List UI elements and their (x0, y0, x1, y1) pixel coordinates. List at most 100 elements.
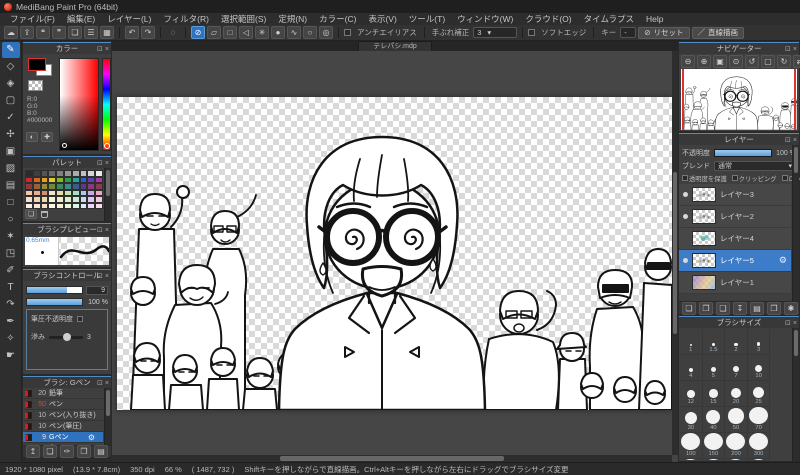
copy-layer-icon[interactable]: ❒ (767, 301, 781, 315)
layer-row[interactable]: レイヤー3 (679, 184, 791, 206)
brush-size-cell[interactable]: 20 (725, 381, 748, 407)
color-wheel-icon[interactable]: ◐ (26, 132, 38, 142)
brush-row[interactable]: 50 ペン (23, 399, 103, 410)
brush-size-cell[interactable]: 12 (680, 381, 703, 407)
brush-size-cell[interactable]: 5 (702, 355, 726, 381)
zoom-in-icon[interactable]: ⊕ (697, 55, 711, 68)
close-icon[interactable]: × (105, 380, 109, 387)
eraser-tool[interactable]: ◇ (2, 59, 20, 75)
float-panel-icon[interactable]: ⊡ (785, 136, 791, 144)
palette-panel-title[interactable]: パレット ⊡ × (23, 156, 111, 168)
menu-item-2[interactable]: レイヤー(L) (101, 13, 157, 25)
move-tool[interactable]: ✢ (2, 127, 20, 143)
stabilizer-dropdown[interactable]: 3 ▾ (473, 27, 518, 38)
float-panel-icon[interactable]: ⊡ (97, 159, 103, 167)
merge-down-icon[interactable]: ↧ (733, 301, 747, 315)
rotate-right-icon[interactable]: ↻ (777, 55, 791, 68)
palette-swatch[interactable] (56, 202, 64, 209)
palette-swatch[interactable] (79, 202, 88, 209)
add-color-icon[interactable]: ✚ (41, 132, 53, 142)
close-icon[interactable]: × (105, 160, 109, 167)
flip-icon[interactable]: ⇄ (793, 55, 800, 68)
panel-icon[interactable]: ▦ (100, 26, 114, 39)
brush-size-cell[interactable]: 25 (747, 381, 771, 407)
close-icon[interactable]: × (105, 46, 109, 53)
select-pen-tool[interactable]: ✐ (2, 263, 20, 279)
brush-control-title[interactable]: ブラシコントロール ⊡ × (23, 269, 111, 281)
snap-ellipse-icon[interactable]: ○ (303, 26, 317, 39)
float-panel-icon[interactable]: ⊡ (785, 319, 791, 327)
brush-size-cell[interactable]: 150 (702, 433, 726, 459)
menu-item-0[interactable]: ファイル(F) (4, 13, 61, 25)
brush-size-cell[interactable]: 3 (747, 329, 771, 355)
upload-icon[interactable]: ⇪ (20, 26, 34, 39)
hue-slider[interactable] (102, 58, 111, 151)
brush-up-icon[interactable]: ↥ (26, 445, 40, 458)
menu-item-11[interactable]: タイムラプス (578, 13, 640, 25)
fill-tool[interactable]: ▣ (2, 144, 20, 160)
layer-row[interactable]: レイヤー4 (679, 228, 791, 250)
eye-icon[interactable] (683, 214, 688, 219)
brush-preview-title[interactable]: ブラシプレビュー ⊡ × (23, 223, 111, 235)
brush-size-cell[interactable]: 7 (725, 355, 748, 381)
duplicate-layer-icon[interactable]: ❐ (699, 301, 713, 315)
snap-concentric-icon[interactable]: ◎ (319, 26, 333, 39)
trash-icon[interactable] (41, 210, 48, 218)
brush-row[interactable]: 10 ペン(入り抜き) (23, 410, 103, 421)
gear-icon[interactable]: ⚙ (88, 433, 95, 442)
snap-radial-icon[interactable]: ✳ (255, 26, 269, 39)
brush-size-cell[interactable]: 1 (680, 329, 703, 355)
line-draw-button[interactable]: ／ 直線描画 (691, 26, 744, 39)
foreground-color-swatch[interactable] (28, 58, 46, 71)
transform-tool[interactable]: ◳ (2, 246, 20, 262)
close-icon[interactable]: × (793, 46, 797, 53)
menu-item-9[interactable]: ウィンドウ(W) (451, 13, 519, 25)
gear-icon[interactable]: ⚙ (779, 255, 787, 266)
brush-size-cell[interactable]: 10 (747, 355, 771, 381)
reset-button[interactable]: ⊘ リセット (638, 26, 690, 39)
brush-size-cell[interactable]: 2 (725, 329, 748, 355)
select-rect-tool[interactable]: □ (2, 195, 20, 211)
actual-size-icon[interactable]: ⊙ (729, 55, 743, 68)
brush-folder-icon[interactable]: ▤ (94, 445, 108, 458)
gradient-tool[interactable]: ▤ (2, 178, 20, 194)
protect-alpha-checkbox[interactable] (682, 175, 688, 181)
brush-size-cell[interactable]: 500 (703, 459, 726, 460)
hand-tool[interactable]: ☛ (2, 348, 20, 364)
brush-size-cell[interactable]: 50 (725, 407, 748, 433)
document-icon[interactable]: ❏ (68, 26, 82, 39)
clipping-option[interactable]: クリッピング (731, 174, 777, 183)
float-panel-icon[interactable]: ⊡ (97, 272, 103, 280)
protect-alpha-option[interactable]: 透明度を保護 (682, 174, 727, 183)
softedge-checkbox[interactable] (528, 29, 536, 36)
float-panel-icon[interactable]: ⊡ (97, 379, 103, 387)
transparent-color-swatch[interactable] (28, 80, 43, 91)
key-dropdown[interactable]: - (620, 27, 637, 38)
marquee-tool[interactable]: ▢ (2, 93, 20, 109)
snap-off-icon[interactable]: ⊘ (191, 26, 205, 39)
snap-parallel-icon[interactable]: ▱ (207, 26, 221, 39)
antialias-checkbox[interactable] (344, 29, 351, 36)
saturation-value-picker[interactable] (59, 58, 99, 151)
brush-size-scrollbar[interactable] (792, 328, 799, 461)
selection-preview-icon[interactable]: ◌ (166, 26, 180, 39)
eyedropper-tool[interactable]: ✧ (2, 331, 20, 347)
layer-row[interactable]: レイヤー1 (679, 272, 791, 294)
pen-tool[interactable]: ✒ (2, 314, 20, 330)
navigator-title[interactable]: ナビゲーター ⊡ × (679, 42, 799, 54)
close-icon[interactable]: × (105, 273, 109, 280)
brush-list-title[interactable]: ブラシ: Gペン ⊡ × (23, 376, 111, 388)
brush-size-title[interactable]: ブラシサイズ ⊡ × (679, 316, 799, 328)
duplicate-brush-icon[interactable]: ❐ (77, 445, 91, 458)
zoom-out-icon[interactable]: ⊖ (681, 55, 695, 68)
brush-size-cell[interactable]: 1.5 (702, 329, 726, 355)
snap-grid-icon[interactable]: □ (223, 26, 237, 39)
menu-item-5[interactable]: 定規(N) (272, 13, 313, 25)
float-panel-icon[interactable]: ⊡ (785, 45, 791, 53)
select-lasso-tool[interactable]: ○ (2, 212, 20, 228)
layer-settings-icon[interactable]: ✱ (784, 301, 798, 315)
blend-dropdown[interactable]: 通常 ▾ (714, 161, 796, 171)
brush-size-cell[interactable]: 15 (702, 381, 726, 407)
brush-list-scrollbar[interactable] (104, 388, 111, 445)
folder-icon[interactable]: ▤ (750, 301, 764, 315)
